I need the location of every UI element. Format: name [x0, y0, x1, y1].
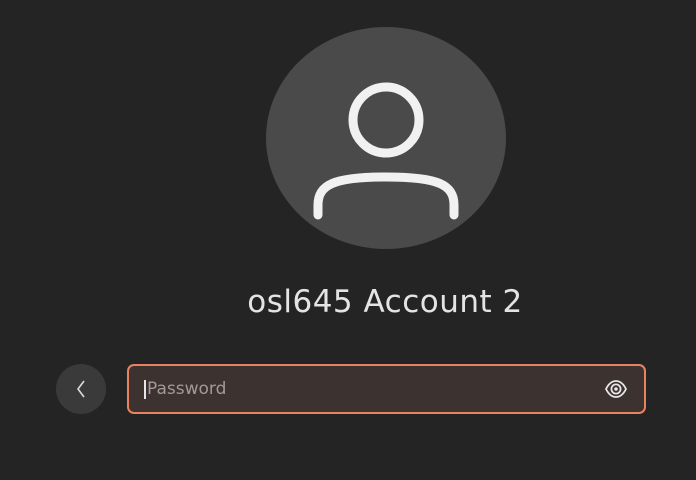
user-avatar — [266, 27, 506, 249]
chevron-left-icon — [77, 380, 85, 398]
text-caret — [144, 380, 146, 399]
password-field[interactable] — [127, 364, 646, 414]
user-avatar-icon — [313, 82, 459, 220]
eye-icon[interactable] — [604, 378, 628, 400]
username-label: osl645 Account 2 — [247, 284, 523, 320]
password-input[interactable] — [147, 366, 587, 412]
back-button[interactable] — [56, 364, 106, 414]
login-screen: osl645 Account 2 — [0, 0, 696, 480]
